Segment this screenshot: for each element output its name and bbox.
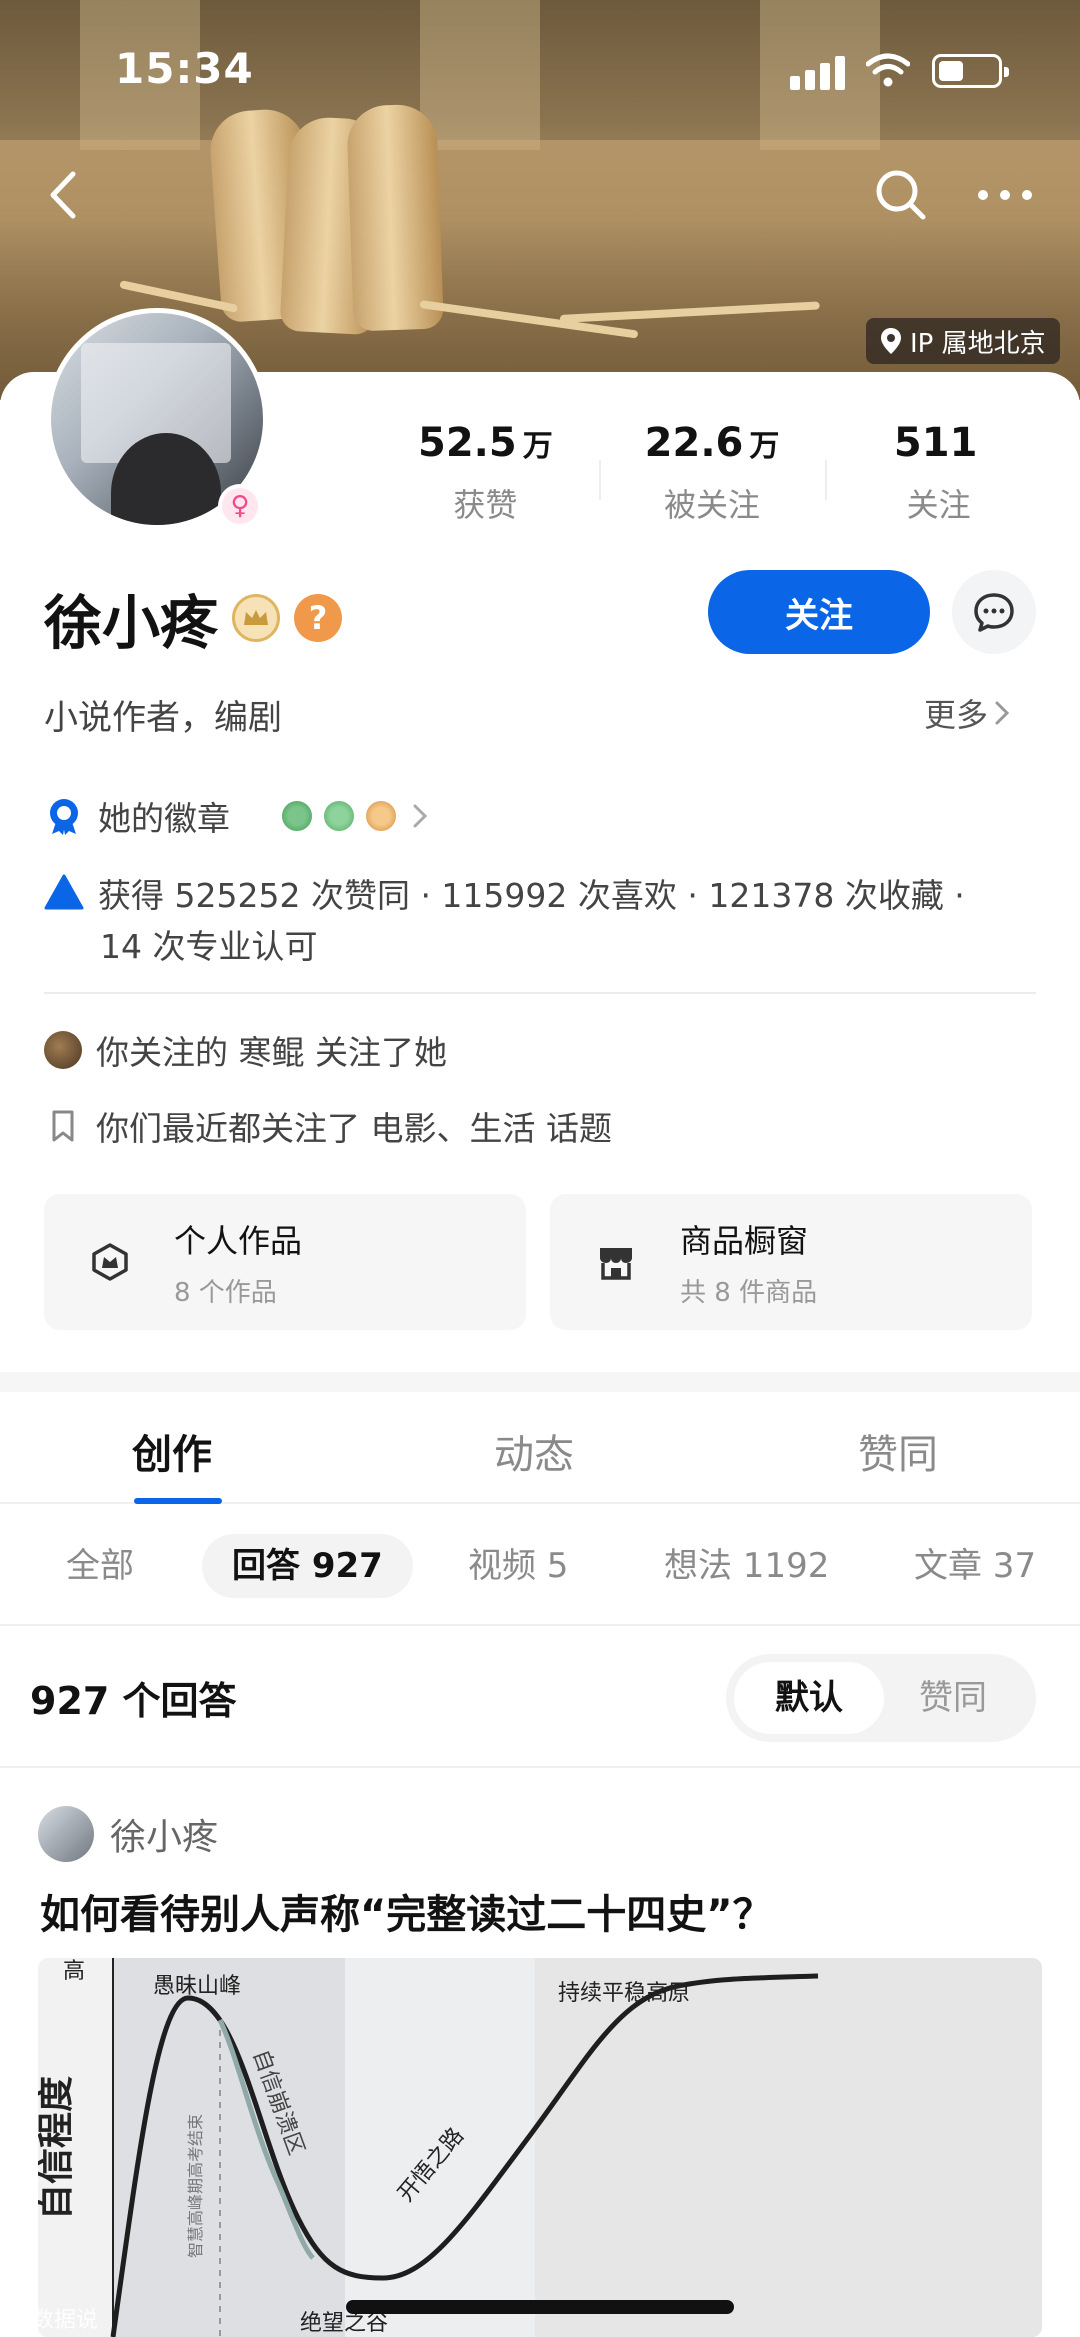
chevron-right-icon (995, 701, 1010, 725)
annotation-valley: 绝望之谷 (300, 2311, 388, 2336)
ip-location-text: IP 属地北京 (910, 328, 1046, 359)
common-topics-text: 你们最近都关注了 电影、生活 话题 (96, 1109, 612, 1148)
search-button[interactable] (866, 160, 936, 230)
wifi-icon (866, 53, 910, 87)
followed-by-row[interactable]: 你关注的 寒鲲 关注了她 (44, 1026, 447, 1074)
female-gender-icon: ♀ (218, 484, 262, 528)
followed-by-text: 你关注的 寒鲲 关注了她 (96, 1033, 447, 1072)
stat-following[interactable]: 511 关注 (825, 420, 1052, 540)
stat-likes[interactable]: 52.5 万 获赞 (372, 420, 599, 540)
chevron-left-icon (50, 171, 76, 219)
answers-header: 927 个回答 默认 赞同 (0, 1626, 1080, 1768)
works-subtitle: 8 个作品 (174, 1277, 277, 1308)
shop-title: 商品橱窗 (680, 1221, 809, 1260)
annotation-exam: 智慧高峰期高考结束 (186, 2114, 205, 2258)
chat-bubble-icon (974, 593, 1014, 632)
medal-icon (50, 799, 78, 835)
profile-name-row: 徐小疼 ? (44, 576, 343, 660)
bookmark-icon (52, 1110, 74, 1142)
subtab-articles[interactable]: 文章 37 (914, 1534, 1036, 1598)
more-info-link[interactable]: 更多 (924, 690, 1010, 736)
profile-bio: 小说作者，编剧 (44, 698, 282, 738)
signal-icon (790, 56, 846, 90)
crown-badge-icon[interactable] (232, 594, 281, 642)
badges-label: 她的徽章 (98, 799, 230, 838)
tab-creation[interactable]: 创作 (132, 1422, 212, 1480)
clock: 15:34 (115, 44, 254, 93)
tab-activity[interactable]: 动态 (494, 1422, 574, 1480)
home-indicator[interactable] (346, 2300, 734, 2314)
section-gap (0, 1372, 1080, 1392)
subtab-videos[interactable]: 视频 5 (468, 1534, 568, 1598)
y-axis-label: 自信程度 (38, 2076, 77, 2220)
shop-window-tile[interactable]: 商品橱窗 共 8 件商品 (550, 1194, 1032, 1330)
store-icon (592, 1238, 640, 1286)
badge-icon (322, 799, 356, 833)
stat-followers[interactable]: 22.6 万 被关注 (598, 420, 826, 540)
works-icon (86, 1238, 134, 1286)
follow-button[interactable]: 关注 (708, 570, 930, 654)
badges-row[interactable]: 她的徽章 (44, 792, 428, 840)
sort-default[interactable]: 默认 (734, 1662, 884, 1734)
post-author-avatar (38, 1806, 94, 1862)
battery-icon (932, 54, 1009, 88)
works-title: 个人作品 (174, 1221, 303, 1260)
tab-upvoted[interactable]: 赞同 (858, 1422, 938, 1480)
answers-count: 927 个回答 (30, 1679, 237, 1723)
shop-subtitle: 共 8 件商品 (680, 1277, 818, 1308)
confidence-curve-chart: 高 自信程度 愚昧山峰 自信崩溃区 智慧高峰期高考结束 开悟之路 持续平稳高原 … (38, 1958, 1042, 2337)
more-dots-icon (978, 190, 1032, 200)
mutual-avatar (44, 1031, 82, 1069)
annotation-plateau: 持续平稳高原 (558, 1981, 690, 2006)
ip-location-badge: IP 属地北京 (866, 318, 1060, 364)
badge-icon (280, 799, 314, 833)
divider (44, 992, 1036, 994)
location-pin-icon (881, 328, 901, 354)
sort-toggle: 默认 赞同 (726, 1654, 1036, 1742)
triangle-achievement-icon (44, 874, 84, 910)
annotation-peak: 愚昧山峰 (153, 1974, 241, 1999)
achievements-text: 获得 525252 次赞同 · 115992 次喜欢 · 121378 次收藏 … (98, 876, 965, 915)
y-tick-top: 高 (63, 1959, 85, 1984)
main-tabs: 创作 动态 赞同 (0, 1392, 1080, 1504)
achievements-text-2: 14 次专业认可 (100, 927, 318, 966)
back-button[interactable] (28, 160, 98, 230)
achievements-row: 获得 525252 次赞同 · 115992 次喜欢 · 121378 次收藏 … (44, 870, 965, 922)
watermark: 大数据说 (10, 2308, 99, 2333)
post-image-chart[interactable]: 高 自信程度 愚昧山峰 自信崩溃区 智慧高峰期高考结束 开悟之路 持续平稳高原 … (38, 1958, 1042, 2337)
badge-icon (364, 799, 398, 833)
subtab-thoughts[interactable]: 想法 1192 (664, 1534, 829, 1598)
subtab-answers[interactable]: 回答 927 (202, 1534, 413, 1598)
common-topics-row[interactable]: 你们最近都关注了 电影、生活 话题 (44, 1102, 612, 1150)
post-author[interactable]: 徐小疼 (38, 1806, 218, 1862)
content-filter-tabs: 全部 回答 927 视频 5 想法 1192 文章 37 (0, 1504, 1080, 1626)
personal-works-tile[interactable]: 个人作品 8 个作品 (44, 1194, 526, 1330)
post-author-name: 徐小疼 (110, 1817, 219, 1858)
subtab-all[interactable]: 全部 (66, 1534, 134, 1598)
profile-stats: 52.5 万 获赞 22.6 万 被关注 511 关注 (372, 420, 1052, 540)
status-bar: 15:34 (0, 0, 1080, 140)
more-options-button[interactable] (970, 160, 1040, 230)
chevron-right-icon (413, 804, 428, 828)
profile-name: 徐小疼 (44, 589, 219, 657)
search-icon (876, 170, 926, 220)
post-title[interactable]: 如何看待别人声称“完整读过二十四史”？ (40, 1882, 773, 1940)
message-button[interactable] (952, 570, 1036, 654)
sort-upvotes[interactable]: 赞同 (878, 1662, 1028, 1734)
question-badge-icon[interactable]: ? (294, 594, 343, 642)
